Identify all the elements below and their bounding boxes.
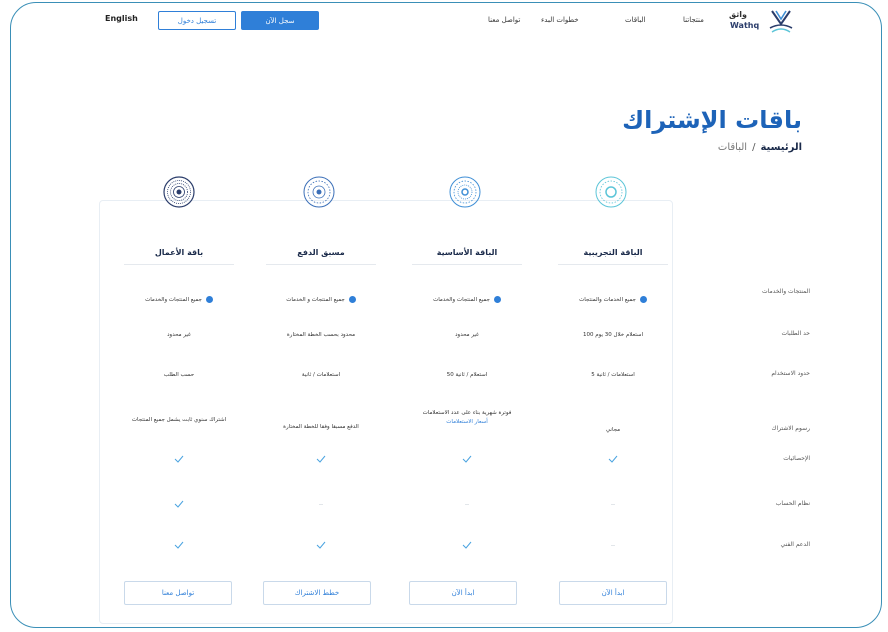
- check-icon: [174, 541, 184, 549]
- business-limit: غير محدود: [167, 332, 191, 338]
- dash-icon: [319, 504, 323, 505]
- prepaid-plans-button[interactable]: خطط الاشتراك: [263, 581, 371, 605]
- basic-services: جميع المنتجات والخدمات: [407, 296, 527, 305]
- nav-products[interactable]: منتجاتنا: [683, 16, 704, 24]
- trial-start-button[interactable]: ابدأ الآن: [559, 581, 667, 605]
- register-button[interactable]: سجل الآن: [241, 11, 319, 30]
- fee-text: فوترة شهرية بناء على عدد الاستعلامات: [422, 410, 512, 416]
- info-icon[interactable]: [348, 296, 356, 303]
- business-usage: حسب الطلب: [163, 372, 195, 378]
- trial-services: جميع الخدمات والمنتجات: [553, 296, 673, 305]
- prepaid-services: جميع المنتجات و الخدمات: [261, 296, 381, 305]
- info-icon[interactable]: [493, 296, 501, 303]
- divider: [266, 264, 376, 265]
- trial-plan-icon: [595, 176, 627, 208]
- trial-limit: 100 استعلام خلال 30 يوم: [582, 332, 644, 338]
- check-icon: [608, 455, 618, 463]
- prepaid-plan-icon: [303, 176, 335, 208]
- page-title: باقات الإشتراك: [622, 106, 802, 134]
- info-icon[interactable]: [205, 296, 213, 303]
- nav-packages[interactable]: الباقات: [625, 16, 645, 24]
- prepaid-usage: استعلامات / ثانية: [301, 372, 341, 378]
- dash-icon: [611, 504, 615, 505]
- check-icon: [316, 541, 326, 549]
- business-services: جميع المنتجات والخدمات: [119, 296, 239, 305]
- services-text: جميع الخدمات والمنتجات: [579, 297, 636, 303]
- dash-icon: [611, 545, 615, 546]
- business-contact-button[interactable]: تواصل معنا: [124, 581, 232, 605]
- services-text: جميع المنتجات والخدمات: [145, 297, 202, 303]
- logo-arabic[interactable]: واثق: [729, 10, 747, 19]
- basic-limit: غير محدود: [455, 332, 479, 338]
- row-label-services: المنتجات والخدمات: [762, 288, 810, 295]
- row-label-account: نظام الحساب: [775, 500, 810, 507]
- nav-getting-started[interactable]: خطوات البدء: [541, 16, 579, 24]
- row-label-statistics: الإحصائيات: [783, 455, 810, 462]
- check-icon: [462, 541, 472, 549]
- login-button[interactable]: تسجيل دخول: [158, 11, 236, 30]
- plan-name-prepaid: مسبق الدفع: [297, 248, 345, 257]
- plan-name-trial: الباقة التجريبية: [583, 248, 643, 257]
- breadcrumb: الرئيسية / الباقات: [718, 142, 802, 153]
- breadcrumb-current: الباقات: [717, 142, 748, 153]
- dash-icon: [465, 504, 469, 505]
- row-label-usage-limit: حدود الاستخدام: [771, 370, 810, 377]
- divider: [412, 264, 522, 265]
- divider: [558, 264, 668, 265]
- business-fee: اشتراك سنوي ثابت يشمل جميع المنتجات: [131, 417, 227, 423]
- check-icon: [462, 455, 472, 463]
- trial-usage: 5 استعلامات / ثانية: [591, 372, 635, 378]
- trial-fee: مجاني: [605, 427, 621, 433]
- business-plan-icon: [163, 176, 195, 208]
- prepaid-fee: الدفع مسبقا وفقا للخطة المختارة: [283, 424, 359, 430]
- info-icon[interactable]: [639, 296, 647, 303]
- row-label-support: الدعم الفني: [780, 541, 810, 548]
- check-icon: [174, 500, 184, 508]
- query-prices-link[interactable]: أسعار الاستعلامات: [417, 418, 517, 427]
- basic-start-button[interactable]: ابدأ الآن: [409, 581, 517, 605]
- breadcrumb-separator: /: [752, 142, 756, 153]
- basic-fee: فوترة شهرية بناء على عدد الاستعلامات أسعا…: [417, 409, 517, 427]
- basic-plan-icon: [449, 176, 481, 208]
- logo-mark-icon[interactable]: [768, 8, 794, 34]
- top-header: English تسجيل دخول سجل الآن تواصل معنا خ…: [0, 0, 888, 44]
- logo-english[interactable]: Wathq: [730, 21, 759, 30]
- nav-contact[interactable]: تواصل معنا: [488, 16, 520, 24]
- check-icon: [174, 455, 184, 463]
- divider: [124, 264, 234, 265]
- services-text: جميع المنتجات والخدمات: [433, 297, 490, 303]
- plan-name-basic: الباقة الأساسية: [436, 248, 498, 257]
- services-text: جميع المنتجات و الخدمات: [286, 297, 345, 303]
- check-icon: [316, 455, 326, 463]
- row-label-request-limit: حد الطلبات: [781, 330, 810, 337]
- row-label-fees: رسوم الاشتراك: [771, 425, 811, 432]
- prepaid-limit: محدود بحسب الخطة المختارة: [286, 332, 356, 338]
- breadcrumb-home[interactable]: الرئيسية: [760, 142, 802, 153]
- language-switch[interactable]: English: [105, 14, 138, 23]
- plan-name-business: باقة الأعمال: [154, 248, 204, 257]
- basic-usage: 50 استعلام / ثانية: [446, 372, 488, 378]
